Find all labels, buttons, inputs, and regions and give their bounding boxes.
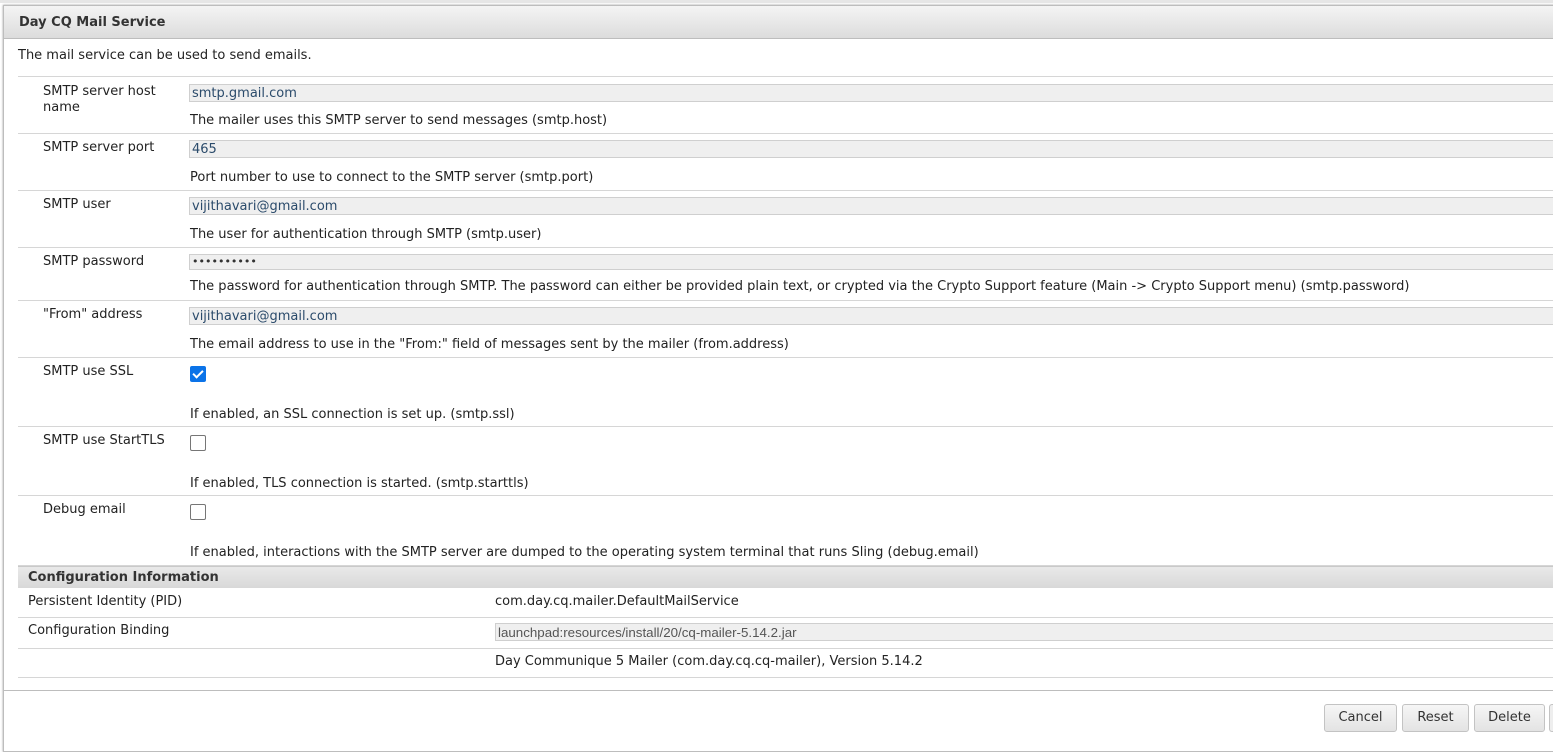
smtp-starttls-hint: If enabled, TLS connection is started. (… xyxy=(190,476,529,491)
binding-input[interactable] xyxy=(495,623,1553,641)
from-address-input[interactable] xyxy=(189,307,1553,325)
configuration-information-title: Configuration Information xyxy=(28,570,219,585)
row-smtp-user: SMTP user The user for authentication th… xyxy=(18,190,1553,248)
footer-divider xyxy=(3,690,1553,691)
smtp-password-input[interactable] xyxy=(189,254,1553,270)
smtp-host-hint: The mailer uses this SMTP server to send… xyxy=(190,113,608,128)
row-persistent-identity: Persistent Identity (PID) com.day.cq.mai… xyxy=(18,588,1553,618)
smtp-ssl-checkbox[interactable] xyxy=(190,366,206,382)
row-smtp-port: SMTP server port Port number to use to c… xyxy=(18,133,1553,191)
row-smtp-password: SMTP password The password for authentic… xyxy=(18,247,1553,301)
smtp-ssl-hint: If enabled, an SSL connection is set up.… xyxy=(190,407,515,422)
dialog-titlebar: Day CQ Mail Service xyxy=(4,6,1553,39)
smtp-user-input[interactable] xyxy=(189,197,1553,215)
pid-label: Persistent Identity (PID) xyxy=(28,594,183,609)
row-smtp-host: SMTP server host name The mailer uses th… xyxy=(18,76,1553,134)
row-smtp-starttls: SMTP use StartTLS If enabled, TLS connec… xyxy=(18,426,1553,496)
page-backdrop xyxy=(0,0,1553,3)
binding-label: Configuration Binding xyxy=(28,623,170,638)
smtp-starttls-label: SMTP use StartTLS xyxy=(43,433,165,448)
debug-email-checkbox[interactable] xyxy=(190,504,206,520)
debug-email-label: Debug email xyxy=(43,502,126,517)
row-bundle-info: Day Communique 5 Mailer (com.day.cq.cq-m… xyxy=(18,648,1553,678)
row-debug-email: Debug email If enabled, interactions wit… xyxy=(18,495,1553,566)
row-from-address: "From" address The email address to use … xyxy=(18,300,1553,358)
row-smtp-ssl: SMTP use SSL If enabled, an SSL connecti… xyxy=(18,357,1553,427)
from-address-hint: The email address to use in the "From:" … xyxy=(190,337,789,352)
debug-email-hint: If enabled, interactions with the SMTP s… xyxy=(190,545,979,560)
smtp-port-label: SMTP server port xyxy=(43,140,155,155)
smtp-user-label: SMTP user xyxy=(43,197,111,212)
configuration-information-header: Configuration Information xyxy=(18,566,1553,588)
cancel-button[interactable]: Cancel xyxy=(1324,704,1397,732)
row-configuration-binding: Configuration Binding xyxy=(18,617,1553,649)
smtp-ssl-label: SMTP use SSL xyxy=(43,364,134,379)
smtp-password-hint: The password for authentication through … xyxy=(190,279,1410,294)
from-address-label: "From" address xyxy=(43,307,143,322)
reset-button[interactable]: Reset xyxy=(1402,704,1469,732)
smtp-port-hint: Port number to use to connect to the SMT… xyxy=(190,170,594,185)
smtp-user-hint: The user for authentication through SMTP… xyxy=(190,227,542,242)
smtp-password-label: SMTP password xyxy=(43,254,145,269)
bundle-info: Day Communique 5 Mailer (com.day.cq.cq-m… xyxy=(495,654,923,669)
smtp-starttls-checkbox[interactable] xyxy=(190,435,206,451)
smtp-host-input[interactable] xyxy=(189,84,1553,102)
dialog-title: Day CQ Mail Service xyxy=(19,15,166,30)
dialog-description: The mail service can be used to send ema… xyxy=(18,48,312,63)
smtp-host-label: SMTP server host name xyxy=(43,84,156,115)
delete-button[interactable]: Delete xyxy=(1474,704,1545,732)
smtp-port-input[interactable] xyxy=(189,140,1553,158)
save-button-edge[interactable] xyxy=(1549,704,1553,732)
pid-value: com.day.cq.mailer.DefaultMailService xyxy=(495,594,739,609)
